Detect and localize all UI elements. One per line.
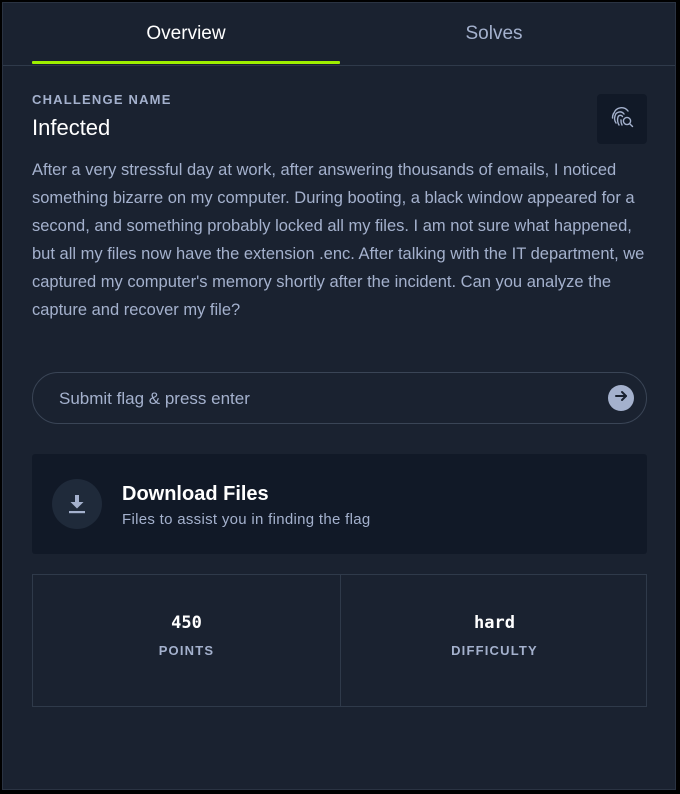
difficulty-value: hard bbox=[474, 613, 515, 633]
tab-overview[interactable]: Overview bbox=[32, 3, 340, 65]
fingerprint-search-button[interactable] bbox=[597, 94, 647, 144]
challenge-description: After a very stressful day at work, afte… bbox=[32, 161, 645, 319]
points-value: 450 bbox=[171, 613, 202, 633]
points-label: POINTS bbox=[158, 643, 215, 658]
points-stat: 450 POINTS bbox=[33, 575, 340, 706]
challenge-title: Infected bbox=[32, 115, 111, 140]
challenge-panel: Overview Solves CHALLENGE NAME Infected … bbox=[2, 2, 676, 790]
download-files-card[interactable]: Download Files Files to assist you in fi… bbox=[32, 454, 647, 554]
submit-flag-button[interactable] bbox=[608, 385, 634, 411]
flag-input[interactable] bbox=[57, 373, 581, 425]
difficulty-label: DIFFICULTY bbox=[451, 643, 538, 658]
tab-bar: Overview Solves bbox=[3, 3, 675, 66]
active-tab-indicator bbox=[32, 61, 340, 64]
download-files-title: Download Files bbox=[122, 483, 269, 505]
challenge-stats: 450 POINTS hard DIFFICULTY bbox=[32, 574, 647, 707]
challenge-name-label: CHALLENGE NAME bbox=[32, 92, 172, 107]
fingerprint-search-icon bbox=[609, 104, 635, 135]
download-files-subtitle: Files to assist you in finding the flag bbox=[122, 511, 371, 528]
arrow-right-circle-icon bbox=[614, 389, 628, 408]
difficulty-stat: hard DIFFICULTY bbox=[341, 575, 648, 706]
download-icon bbox=[52, 479, 102, 529]
tab-solves[interactable]: Solves bbox=[340, 3, 648, 65]
flag-form bbox=[32, 372, 647, 425]
